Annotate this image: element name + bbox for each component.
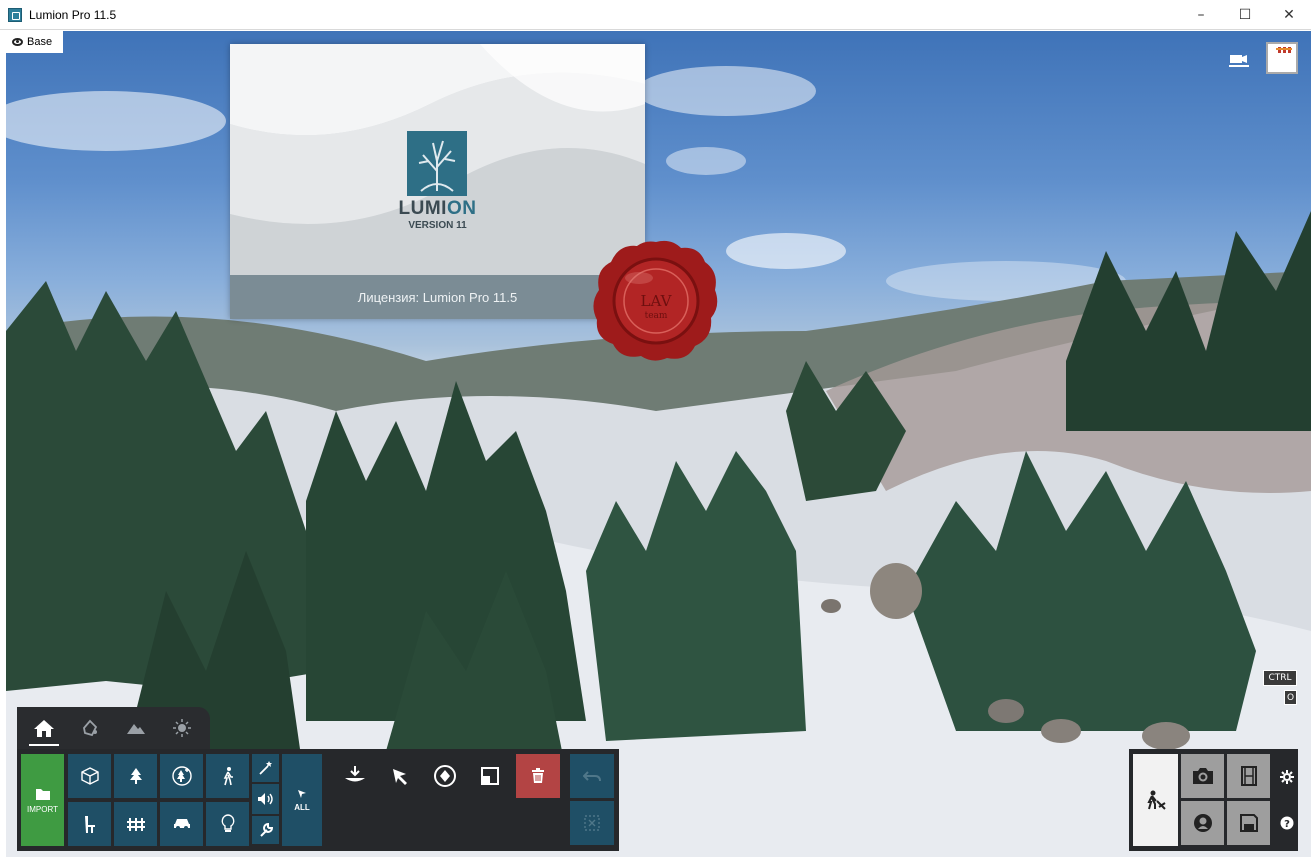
select-arrow-icon: [393, 769, 407, 785]
rotate-icon: [434, 765, 456, 787]
scene-thumbnail-icon[interactable]: [1266, 42, 1298, 74]
build-mode-button[interactable]: [1133, 754, 1178, 846]
sound-button[interactable]: [252, 784, 279, 814]
floppy-disk-icon: [1239, 814, 1258, 832]
camera-view-icon[interactable]: [1228, 52, 1250, 68]
delete-object-button[interactable]: [516, 754, 560, 798]
splash-screen: LUMION VERSION 11 Лицензия: Lumion Pro 1…: [230, 44, 645, 319]
panorama-mode-button[interactable]: [1181, 801, 1224, 845]
title-bar: Lumion Pro 11.5 – ☐ ✕: [0, 0, 1311, 30]
tab-landscape[interactable]: [121, 713, 151, 743]
outdoor-button[interactable]: [114, 802, 157, 846]
undo-button[interactable]: [570, 754, 614, 798]
scale-object-tool[interactable]: [475, 761, 505, 791]
deselect-icon: [584, 815, 600, 831]
magic-wand-icon: [258, 761, 272, 775]
o-key-hint: O: [1284, 690, 1297, 705]
save-button[interactable]: [1227, 801, 1270, 845]
scale-icon: [481, 767, 499, 785]
sun-icon: [173, 719, 191, 737]
movie-mode-button[interactable]: [1227, 754, 1270, 798]
trash-icon: [532, 768, 544, 783]
deselect-button[interactable]: [570, 801, 614, 845]
chair-icon: [84, 816, 95, 833]
effects-button[interactable]: [252, 754, 279, 782]
window-title: Lumion Pro 11.5: [29, 7, 117, 22]
walking-person-icon: [223, 767, 233, 786]
lights-button[interactable]: [206, 802, 249, 846]
layer-base-button[interactable]: Base: [6, 31, 63, 53]
material-icon: [83, 719, 98, 737]
lumion-logo-text: LUMION: [380, 198, 495, 220]
category-tabs: [17, 707, 210, 750]
folder-icon: [35, 788, 50, 800]
svg-text:team: team: [645, 311, 668, 321]
close-button[interactable]: ✕: [1267, 0, 1311, 30]
settings-button[interactable]: [1279, 769, 1295, 785]
layer-label: Base: [27, 36, 53, 48]
active-tab-indicator: [29, 744, 59, 746]
wax-seal-stamp: LAV team: [593, 240, 718, 361]
fence-icon: [126, 818, 145, 831]
window-controls: – ☐ ✕: [1179, 0, 1311, 30]
transport-button[interactable]: [160, 802, 203, 846]
object-tools-panel: IMPORT ALL: [17, 749, 619, 851]
mode-panel: ?: [1129, 749, 1298, 851]
version-label: VERSION 11: [408, 220, 467, 231]
people-button[interactable]: [206, 754, 249, 798]
import-label: IMPORT: [27, 804, 58, 814]
mass-placement-button[interactable]: [160, 754, 203, 798]
lumion-logo-icon: [407, 131, 467, 196]
light-bulb-icon: [221, 814, 234, 832]
tab-home[interactable]: [29, 713, 59, 743]
minimize-button[interactable]: –: [1179, 0, 1223, 30]
undo-icon: [583, 771, 601, 782]
speaker-icon: [257, 793, 273, 805]
maximize-button[interactable]: ☐: [1223, 0, 1267, 30]
mountain-icon: [127, 724, 145, 734]
import-button[interactable]: IMPORT: [21, 754, 64, 846]
home-icon: [34, 720, 54, 737]
ctrl-key-hint: CTRL: [1263, 670, 1297, 686]
nature-button[interactable]: [114, 754, 157, 798]
help-icon: ?: [1280, 816, 1294, 830]
tree-plus-icon: [171, 766, 192, 786]
photo-mode-button[interactable]: [1181, 754, 1224, 798]
camera-icon: [1192, 768, 1213, 784]
rotate-object-tool[interactable]: [430, 761, 460, 791]
place-object-tool[interactable]: [340, 761, 370, 791]
svg-text:?: ?: [1284, 819, 1290, 830]
eye-icon: [12, 38, 23, 46]
license-text: Лицензия: Lumion Pro 11.5: [357, 289, 518, 305]
tab-materials[interactable]: [75, 713, 105, 743]
place-icon: [345, 766, 365, 782]
cube-icon: [80, 767, 99, 785]
indoor-button[interactable]: [68, 802, 111, 846]
car-icon: [173, 819, 190, 830]
cursor-icon: [298, 790, 306, 798]
film-icon: [1240, 766, 1257, 786]
nature-model-button[interactable]: [68, 754, 111, 798]
help-button[interactable]: ?: [1279, 815, 1295, 831]
worker-icon: [1146, 790, 1166, 810]
gear-icon: [1280, 770, 1294, 784]
lumion-app-icon: [8, 7, 22, 22]
all-label: ALL: [294, 803, 310, 812]
select-all-button[interactable]: ALL: [282, 754, 322, 846]
license-bar: Лицензия: Lumion Pro 11.5: [230, 275, 645, 319]
tree-icon: [129, 768, 142, 784]
logo-suffix: ON: [446, 198, 477, 219]
svg-text:LAV: LAV: [641, 292, 673, 310]
tab-weather[interactable]: [167, 713, 197, 743]
move-object-tool[interactable]: [385, 761, 415, 791]
logo-prefix: LUMI: [398, 198, 447, 219]
wrench-icon: [259, 822, 273, 837]
panorama-icon: [1193, 814, 1212, 832]
utilities-button[interactable]: [252, 816, 279, 844]
